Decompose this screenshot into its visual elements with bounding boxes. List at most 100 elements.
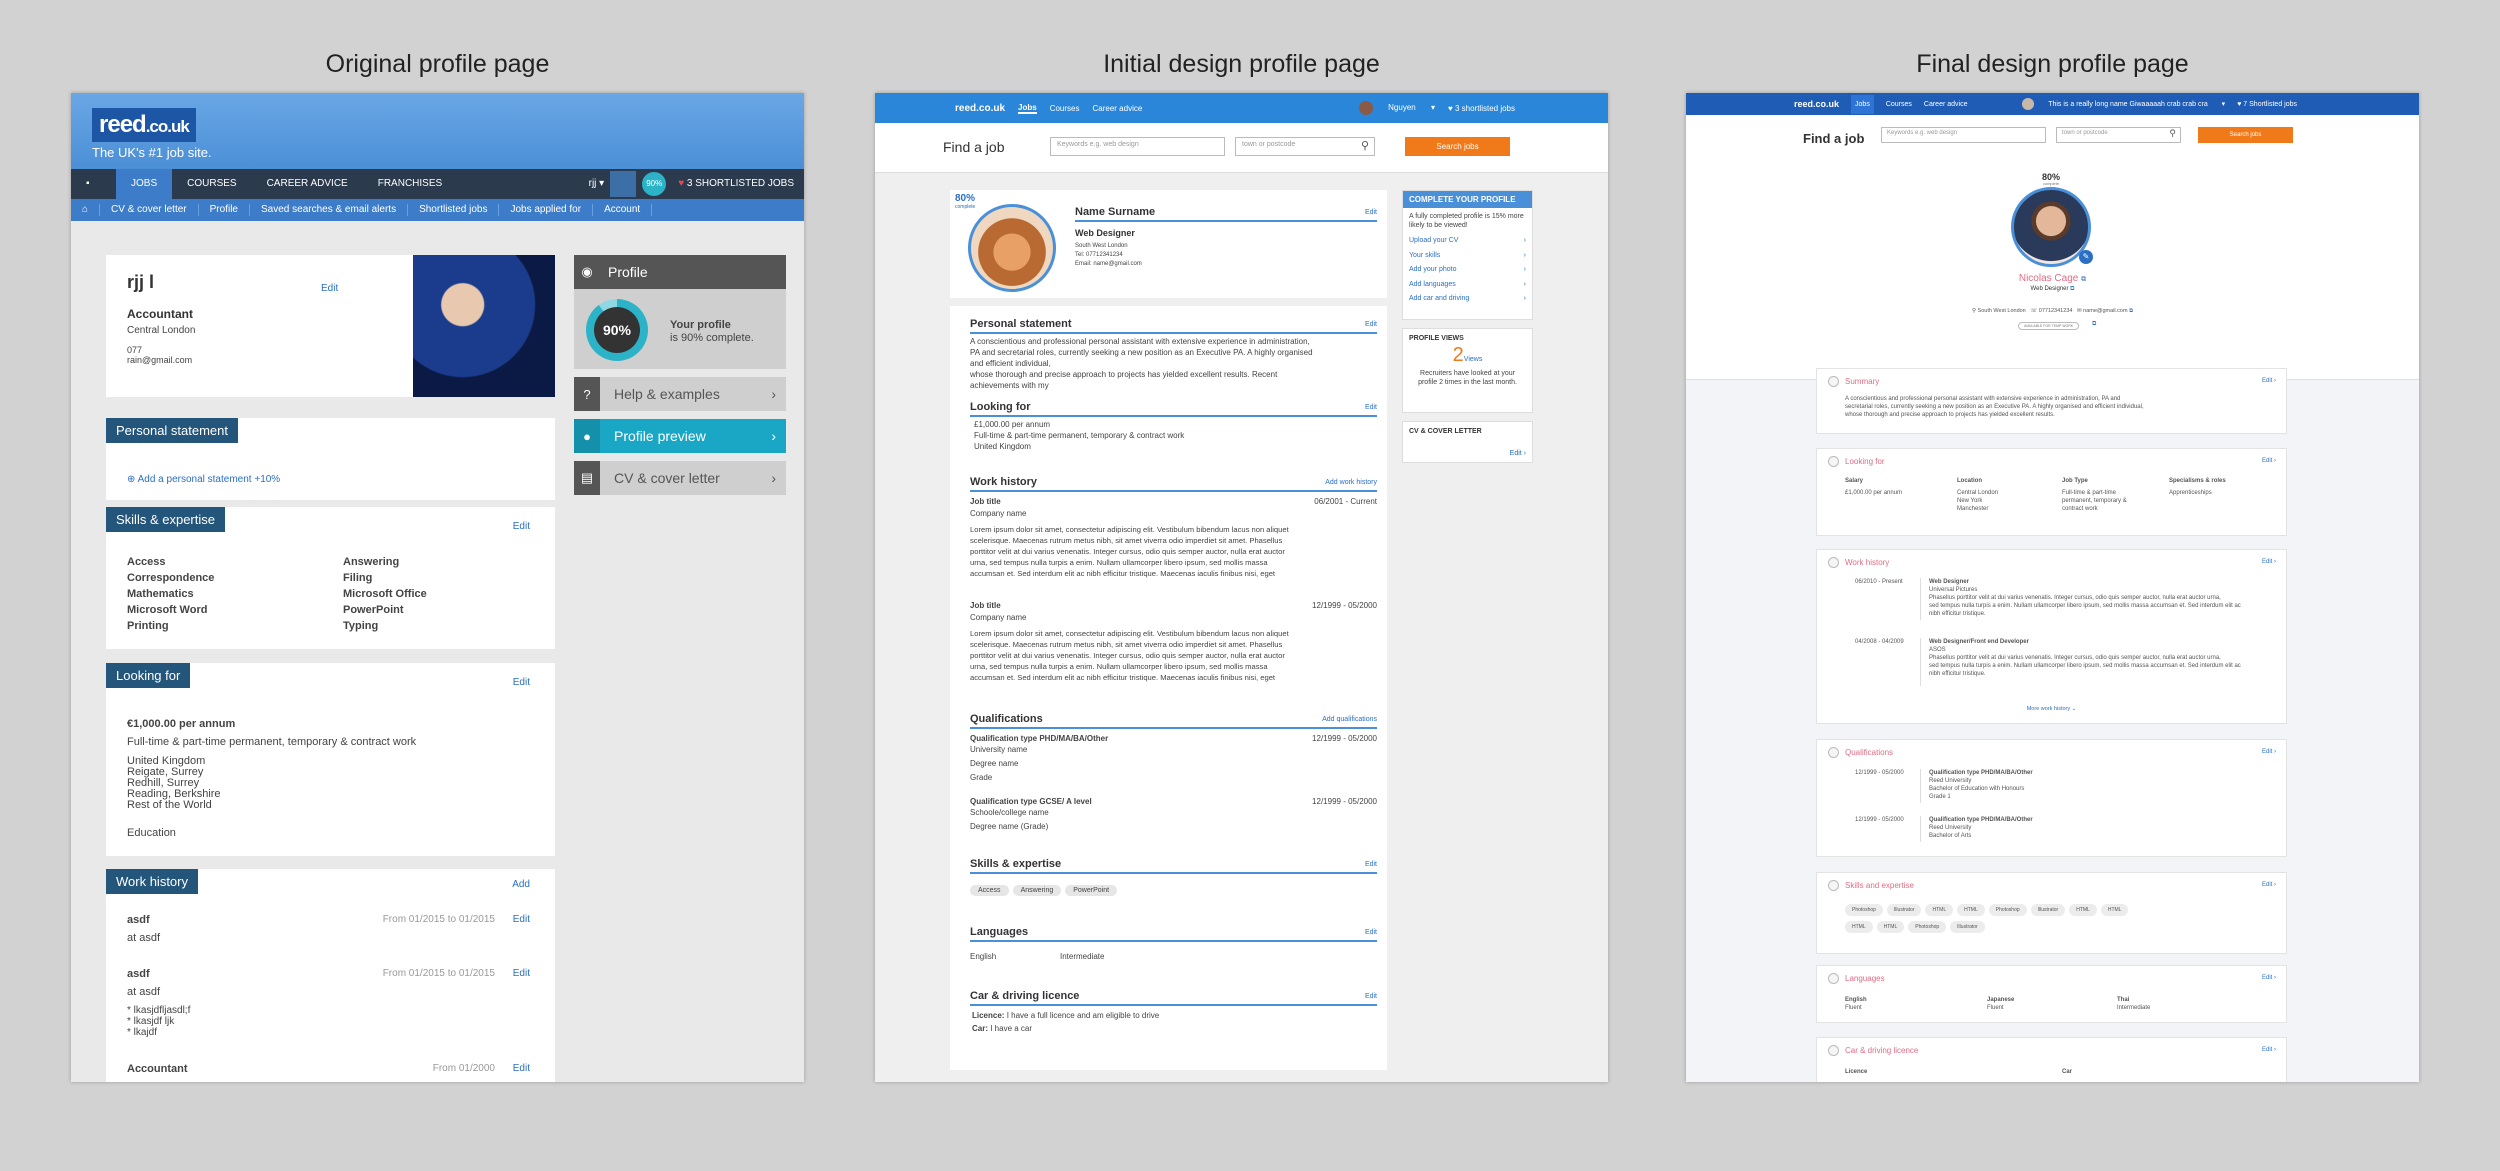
- edit-cv-link[interactable]: Edit ›: [1510, 450, 1526, 457]
- edit-link[interactable]: Edit ›: [2262, 458, 2276, 464]
- job-description: Lorem ipsum dolor sit amet, consectetur …: [970, 629, 1289, 682]
- location-input[interactable]: town or postcode ⚲: [1235, 137, 1375, 156]
- avatar[interactable]: [610, 171, 637, 197]
- tab-jobs[interactable]: JOBS: [116, 169, 173, 199]
- more-work-history-link[interactable]: More work history ⌄: [1817, 706, 2286, 712]
- subnav-shortlisted[interactable]: Shortlisted jobs: [408, 204, 500, 216]
- subnav-saved-searches[interactable]: Saved searches & email alerts: [250, 204, 409, 216]
- keywords-input[interactable]: Keywords e.g. web design: [1050, 137, 1225, 156]
- specialisms-value: Apprenticeships: [2169, 490, 2212, 496]
- edit-job-link[interactable]: Edit: [513, 968, 530, 979]
- side-profile-header: ◉ Profile: [574, 255, 786, 289]
- home-icon[interactable]: ⌂: [71, 204, 101, 216]
- keywords-input[interactable]: Keywords e.g. web design: [1881, 127, 2046, 143]
- section-title: Languages: [1845, 974, 1885, 983]
- tab-courses[interactable]: Courses: [1886, 101, 1912, 108]
- contact-details: South West London Tel: 07712341234 Email: …: [1075, 243, 1142, 267]
- reed-logo[interactable]: reed.co.uk: [92, 108, 196, 142]
- edit-skills-link[interactable]: Edit: [513, 521, 530, 532]
- qualification-dates: 12/1999 - 05/2000: [1855, 770, 1904, 776]
- edit-job-link[interactable]: Edit: [513, 914, 530, 925]
- add-car-driving-link[interactable]: Add car and driving ›: [1409, 292, 1526, 307]
- looking-for-section: Looking for Edit €1,000.00 per annum Ful…: [106, 663, 555, 856]
- edit-link[interactable]: Edit ›: [2262, 1047, 2276, 1053]
- user-menu[interactable]: This is a really long name Giwaaaaah cra…: [2022, 98, 2225, 110]
- add-qualifications-link[interactable]: Add qualifications: [1322, 716, 1377, 723]
- eye-icon: ◉: [581, 264, 593, 279]
- skill-chips: Photoshop Illustrator HTML HTML Photoshop Ill…: [1845, 903, 2185, 937]
- tab-jobs[interactable]: Jobs: [1851, 94, 1874, 114]
- edit-looking-for-link[interactable]: Edit: [513, 677, 530, 688]
- edit-link[interactable]: Edit: [1365, 861, 1377, 868]
- tab-jobs[interactable]: Jobs: [1018, 103, 1037, 114]
- user-menu[interactable]: Nguyen ▾: [1358, 101, 1435, 115]
- subnav-applied[interactable]: Jobs applied for: [499, 204, 594, 216]
- qualifications-title: Qualifications Add qualifications: [970, 713, 1377, 729]
- edit-icon[interactable]: ⧉: [2129, 308, 2133, 314]
- subnav-cv[interactable]: CV & cover letter: [100, 204, 199, 216]
- reed-logo[interactable]: reed.co.uk: [955, 103, 1005, 114]
- add-work-history-link[interactable]: Add work history: [1325, 479, 1377, 486]
- shortlisted-jobs-link[interactable]: ♥ 3 SHORTLISTED JOBS: [672, 169, 804, 199]
- cv-cover-letter-button[interactable]: ▤ CV & cover letter ›: [574, 461, 786, 495]
- edit-photo-icon[interactable]: ✎: [2079, 250, 2093, 264]
- edit-icon[interactable]: ⧉: [2081, 276, 2086, 283]
- subnav-account[interactable]: Account: [593, 204, 653, 216]
- skill-chip: HTML: [1845, 921, 1873, 933]
- skill-chip: Photoshop: [1845, 904, 1883, 916]
- edit-profile-link[interactable]: Edit: [1365, 209, 1377, 216]
- shortlisted-jobs-link[interactable]: ♥ 3 shortlisted jobs: [1448, 104, 1528, 113]
- edit-link[interactable]: Edit ›: [2262, 975, 2276, 981]
- main-nav: ▪ JOBS COURSES CAREER ADVICE FRANCHISES …: [71, 169, 804, 199]
- subnav-profile[interactable]: Profile: [199, 204, 250, 216]
- add-work-link[interactable]: Add: [512, 879, 530, 890]
- edit-link[interactable]: Edit ›: [2262, 559, 2276, 565]
- chevron-right-icon: ›: [771, 470, 776, 486]
- sub-nav: ⌂ CV & cover letter Profile Saved search…: [71, 199, 804, 221]
- location-pin-icon: ⚲: [1971, 308, 1976, 314]
- divider: [1920, 638, 1921, 686]
- reed-logo[interactable]: reed.co.uk: [1794, 99, 1839, 109]
- tab-courses[interactable]: Courses: [1050, 104, 1080, 113]
- help-examples-button[interactable]: ? Help & examples ›: [574, 377, 786, 411]
- tab-career-advice[interactable]: CAREER ADVICE: [252, 169, 363, 199]
- location-input[interactable]: town or postcode ⚲: [2056, 127, 2181, 143]
- your-skills-link[interactable]: Your skills ›: [1409, 249, 1526, 264]
- upload-cv-link[interactable]: Upload your CV ›: [1409, 234, 1526, 249]
- add-languages-link[interactable]: Add languages ›: [1409, 278, 1526, 293]
- user-menu[interactable]: rjj ▾: [583, 169, 611, 199]
- qualification-item: Qualification type GCSE/ A level Schoole/…: [970, 797, 1092, 831]
- profile-name: rjj l: [127, 272, 155, 292]
- job-dates: 04/2008 - 04/2009: [1855, 639, 1904, 645]
- edit-icon[interactable]: ⧉: [2070, 286, 2074, 292]
- job-search-bar: Find a job Keywords e.g. web design town…: [1686, 115, 2419, 165]
- edit-link[interactable]: Edit: [1365, 929, 1377, 936]
- skill-chip: Photoshop: [1908, 921, 1947, 933]
- tab-career-advice[interactable]: Career advice: [1093, 104, 1143, 113]
- edit-link[interactable]: Edit: [1365, 404, 1377, 411]
- add-photo-link[interactable]: Add your photo ›: [1409, 263, 1526, 278]
- edit-profile-link[interactable]: Edit: [321, 283, 338, 294]
- edit-job-link[interactable]: Edit: [513, 1063, 530, 1074]
- job-title: Web Designer: [1075, 228, 1135, 238]
- shortlisted-jobs-link[interactable]: ♥ 7 Shortlisted jobs: [2237, 101, 2309, 108]
- home-tab[interactable]: ▪: [71, 169, 116, 199]
- add-personal-statement-link[interactable]: ⊕ Add a personal statement +10%: [127, 474, 280, 485]
- search-jobs-button[interactable]: Search jobs: [2198, 127, 2293, 143]
- edit-link[interactable]: Edit ›: [2262, 882, 2276, 888]
- edit-link[interactable]: Edit: [1365, 321, 1377, 328]
- edit-link[interactable]: Edit ›: [2262, 749, 2276, 755]
- tools-icon: [1828, 880, 1839, 891]
- edit-icon[interactable]: ⧉: [2092, 321, 2096, 328]
- search-jobs-button[interactable]: Search jobs: [1405, 137, 1510, 156]
- edit-link[interactable]: Edit ›: [2262, 378, 2276, 384]
- tab-franchises[interactable]: FRANCHISES: [363, 169, 457, 199]
- profile-preview-button[interactable]: ● Profile preview ›: [574, 419, 786, 453]
- edit-link[interactable]: Edit: [1365, 993, 1377, 1000]
- tab-courses[interactable]: COURSES: [172, 169, 251, 199]
- skill-chip: HTML: [1957, 904, 1985, 916]
- tab-career-advice[interactable]: Career advice: [1924, 101, 1968, 108]
- location-pin-icon: ⚲: [1360, 140, 1369, 152]
- section-title: Looking for: [106, 663, 191, 688]
- profile-completion: 90% Your profile is 90% complete.: [574, 289, 786, 369]
